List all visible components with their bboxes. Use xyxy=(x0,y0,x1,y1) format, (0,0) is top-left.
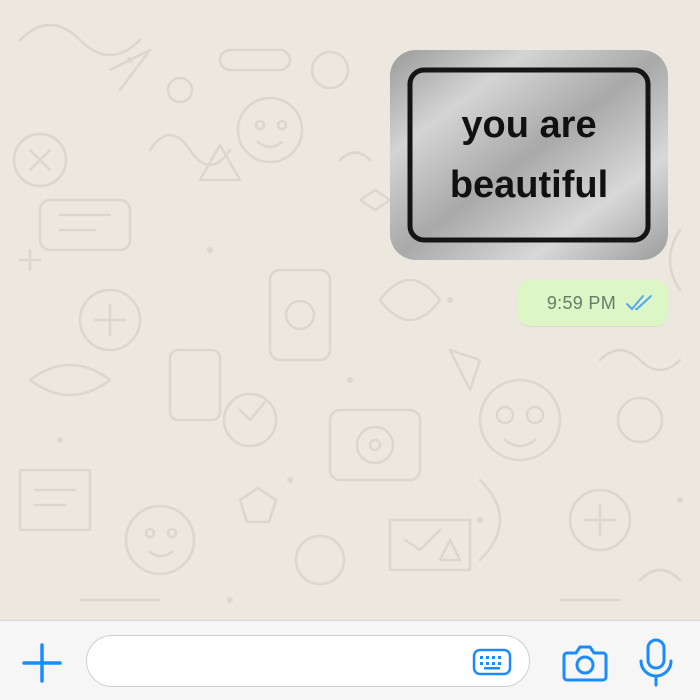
microphone-icon[interactable] xyxy=(636,637,676,689)
plus-icon[interactable] xyxy=(20,641,64,685)
sticker-message[interactable]: you are beautiful xyxy=(390,50,668,260)
message-input[interactable] xyxy=(86,635,530,687)
double-check-read-icon xyxy=(626,295,652,310)
sticker-text-line2: beautiful xyxy=(450,164,608,206)
composer-bar xyxy=(0,620,700,700)
message-meta-bubble: 9:59 PM xyxy=(518,280,668,326)
camera-icon[interactable] xyxy=(562,641,608,683)
sticker-keyboard-icon[interactable] xyxy=(472,647,512,677)
sticker-plate xyxy=(390,50,668,260)
chat-screen: you are beautiful 9:59 PM xyxy=(0,0,700,700)
sticker-text-line1: you are xyxy=(461,104,596,146)
message-time: 9:59 PM xyxy=(546,292,616,313)
